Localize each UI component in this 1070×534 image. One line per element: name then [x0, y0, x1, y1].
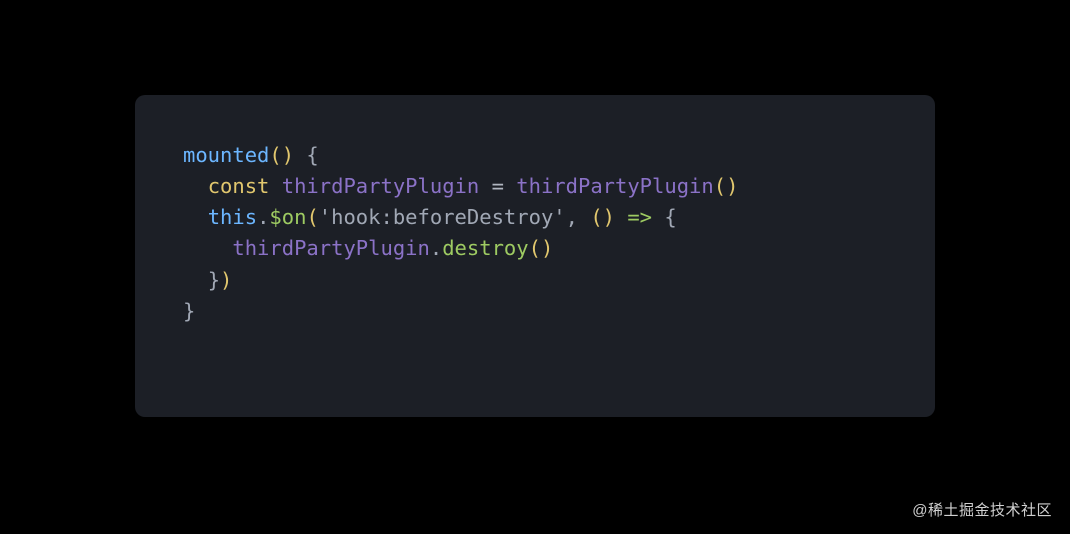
token-comma: ,	[566, 205, 591, 229]
token-paren: ()	[590, 205, 615, 229]
token-paren: ()	[714, 174, 739, 198]
token-brace: {	[294, 143, 319, 167]
watermark-text: @稀土掘金技术社区	[912, 499, 1052, 520]
token-indent	[183, 236, 232, 260]
token-variable: thirdPartyPlugin	[232, 236, 429, 260]
code-block: mounted() { const thirdPartyPlugin = thi…	[135, 95, 935, 417]
token-indent	[183, 268, 208, 292]
token-string: 'hook:beforeDestroy'	[319, 205, 566, 229]
token-paren: (	[306, 205, 318, 229]
token-brace: }	[183, 299, 195, 323]
token-function: mounted	[183, 143, 269, 167]
token-paren: ()	[529, 236, 554, 260]
token-method: destroy	[442, 236, 528, 260]
token-brace: }	[208, 268, 220, 292]
token-this: this	[208, 205, 257, 229]
token-keyword: const	[208, 174, 270, 198]
token-method: $on	[269, 205, 306, 229]
token-paren: )	[220, 268, 232, 292]
token-operator: =	[492, 174, 504, 198]
token-indent	[183, 174, 208, 198]
token-dot: .	[257, 205, 269, 229]
code-content: mounted() { const thirdPartyPlugin = thi…	[183, 140, 887, 327]
token-paren: ()	[269, 143, 294, 167]
token-dot: .	[430, 236, 442, 260]
token-arrow: =>	[627, 205, 652, 229]
token-variable: thirdPartyPlugin	[282, 174, 479, 198]
token-brace: {	[664, 205, 676, 229]
token-variable: thirdPartyPlugin	[516, 174, 713, 198]
token-indent	[183, 205, 208, 229]
